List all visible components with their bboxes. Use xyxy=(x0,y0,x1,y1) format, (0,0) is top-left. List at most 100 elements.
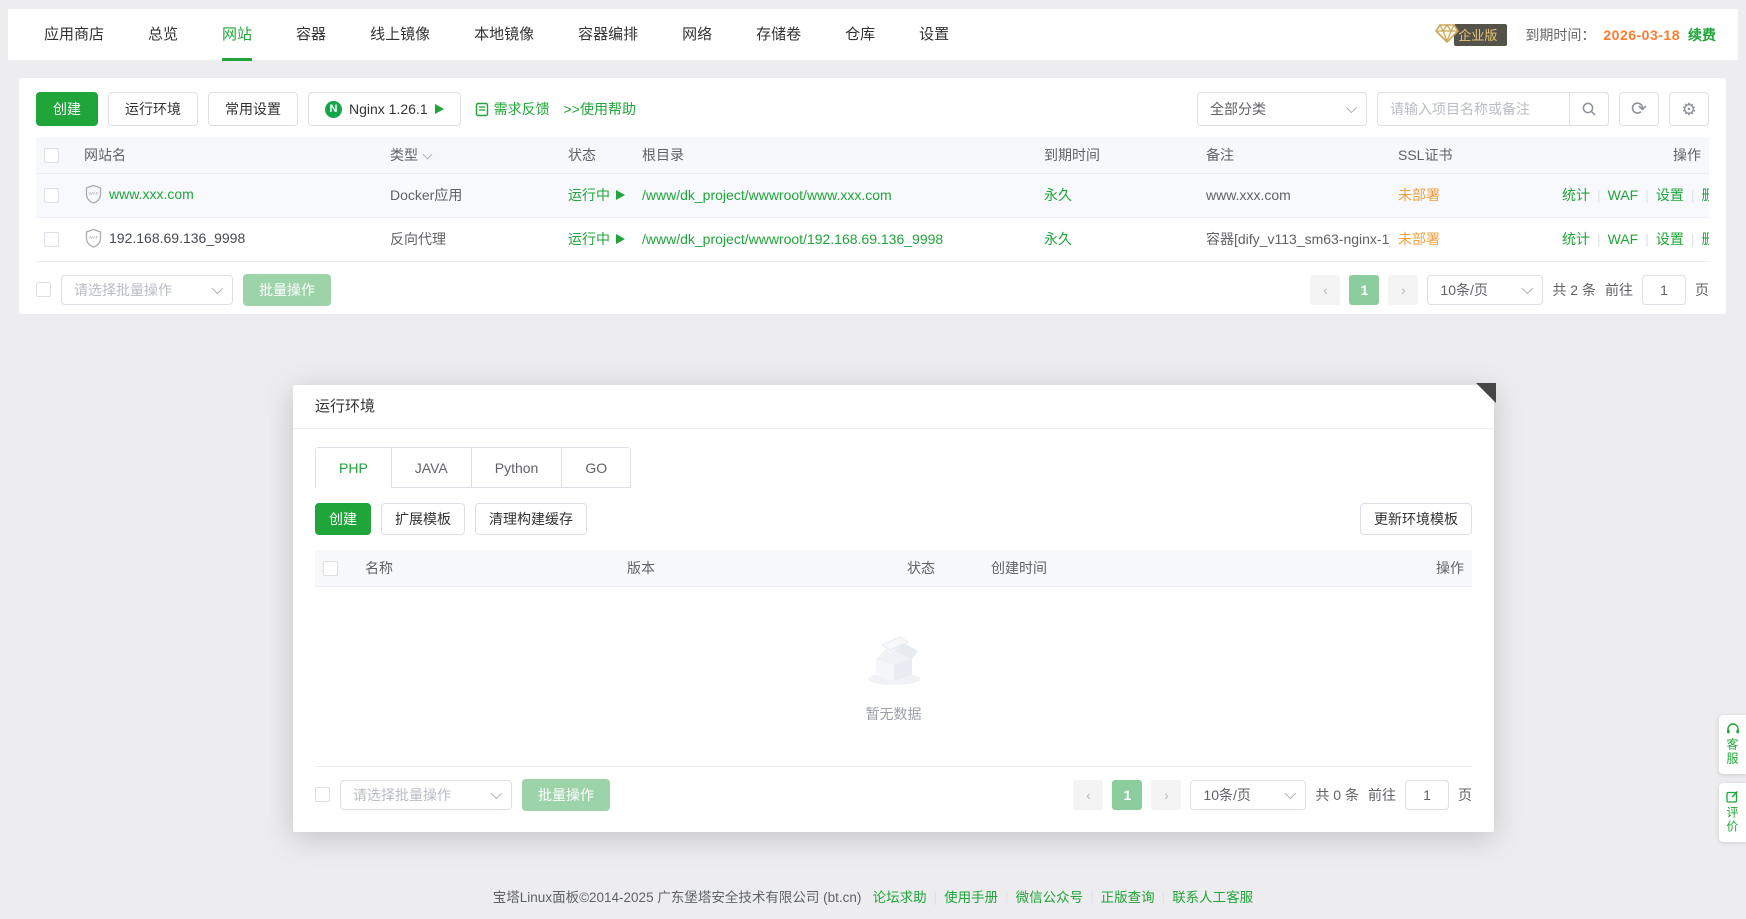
nginx-icon: N xyxy=(325,101,342,118)
prev-page-button[interactable]: ‹ xyxy=(1310,275,1340,305)
feedback-link[interactable]: 需求反馈 xyxy=(475,99,550,119)
env-page-unit: 页 xyxy=(1458,785,1472,805)
tab-JAVA[interactable]: JAVA xyxy=(392,448,472,488)
action-删除[interactable]: 删除 xyxy=(1702,187,1709,203)
action-统计[interactable]: 统计 xyxy=(1562,231,1590,247)
site-root-link[interactable]: /www/dk_project/wwwroot/192.168.69.136_9… xyxy=(642,231,943,247)
action-设置[interactable]: 设置 xyxy=(1656,187,1684,203)
nav-item-总览[interactable]: 总览 xyxy=(148,9,178,61)
sort-caret-icon[interactable] xyxy=(423,149,433,159)
svg-text:WAF: WAF xyxy=(88,235,98,240)
row-checkbox[interactable] xyxy=(44,188,59,203)
nav-item-网站[interactable]: 网站 xyxy=(222,9,252,61)
site-name-link[interactable]: WAFwww.xxx.com xyxy=(84,184,194,204)
env-total-count: 共 0 条 xyxy=(1315,785,1359,805)
current-page[interactable]: 1 xyxy=(1349,275,1379,305)
modal-batch-checkbox[interactable] xyxy=(315,787,330,802)
side-tab-评价[interactable]: 评价 xyxy=(1719,783,1746,842)
env-current-page[interactable]: 1 xyxy=(1112,780,1142,810)
row-checkbox[interactable] xyxy=(44,232,59,247)
tab-Python[interactable]: Python xyxy=(472,448,563,488)
env-header-status: 状态 xyxy=(899,550,983,586)
tab-GO[interactable]: GO xyxy=(562,448,631,488)
footer-link-5[interactable]: 联系人工客服 xyxy=(1172,890,1253,905)
update-env-template-button[interactable]: 更新环境模板 xyxy=(1360,503,1472,535)
action-WAF[interactable]: WAF xyxy=(1608,231,1639,247)
site-type: Docker应用 xyxy=(382,173,560,217)
select-all-checkbox[interactable] xyxy=(44,148,59,163)
side-tab-label: 客服 xyxy=(1724,738,1741,766)
extend-template-button[interactable]: 扩展模板 xyxy=(381,503,465,535)
action-删除[interactable]: 删除 xyxy=(1702,231,1709,247)
next-page-button[interactable]: › xyxy=(1388,275,1418,305)
footer-link-3[interactable]: 微信公众号 xyxy=(1016,890,1084,905)
footer-link-2[interactable]: 使用手册 xyxy=(944,890,998,905)
feedback-label: 需求反馈 xyxy=(494,99,550,119)
headset-icon xyxy=(1726,722,1740,735)
batch-apply-button[interactable]: 批量操作 xyxy=(243,274,331,306)
site-status[interactable]: 运行中 xyxy=(568,229,625,249)
play-icon xyxy=(616,190,625,200)
site-root-link[interactable]: /www/dk_project/wwwroot/www.xxx.com xyxy=(642,187,892,203)
goto-page-input[interactable] xyxy=(1642,275,1686,305)
env-goto-page-input[interactable] xyxy=(1405,780,1449,810)
waf-shield-icon: WAF xyxy=(84,184,103,204)
settings-button[interactable] xyxy=(1669,92,1709,126)
site-note: www.xxx.com xyxy=(1198,173,1390,217)
refresh-button[interactable] xyxy=(1619,92,1659,126)
search-input[interactable] xyxy=(1377,92,1569,126)
page-unit: 页 xyxy=(1695,280,1709,300)
site-name-link[interactable]: WAF 192.168.69.136_9998 xyxy=(84,228,245,248)
nav-item-容器[interactable]: 容器 xyxy=(296,9,326,61)
action-设置[interactable]: 设置 xyxy=(1656,231,1684,247)
nav-item-仓库[interactable]: 仓库 xyxy=(845,9,875,61)
nav-item-存储卷[interactable]: 存储卷 xyxy=(756,9,801,61)
runtime-env-button[interactable]: 运行环境 xyxy=(108,92,198,126)
per-page-select[interactable]: 10条/页 xyxy=(1427,275,1543,305)
action-separator: | xyxy=(1597,231,1601,247)
category-filter-value: 全部分类 xyxy=(1210,99,1266,119)
close-corner-button[interactable] xyxy=(1476,383,1496,403)
nav-item-本地镜像[interactable]: 本地镜像 xyxy=(474,9,534,61)
action-separator: | xyxy=(1597,187,1601,203)
side-tab-客服[interactable]: 客服 xyxy=(1719,715,1746,774)
site-pagination: ‹ 1 › 10条/页 共 2 条 前往 页 xyxy=(1310,275,1709,305)
nav-item-容器编排[interactable]: 容器编排 xyxy=(578,9,638,61)
help-link[interactable]: >>使用帮助 xyxy=(564,99,636,119)
nav-item-设置[interactable]: 设置 xyxy=(919,9,949,61)
nav-item-应用商店[interactable]: 应用商店 xyxy=(44,9,104,61)
env-next-page-button[interactable]: › xyxy=(1151,780,1181,810)
action-统计[interactable]: 统计 xyxy=(1562,187,1590,203)
create-site-button[interactable]: 创建 xyxy=(36,92,98,126)
action-WAF[interactable]: WAF xyxy=(1608,187,1639,203)
category-filter-select[interactable]: 全部分类 xyxy=(1197,92,1367,126)
tab-PHP[interactable]: PHP xyxy=(316,448,392,488)
row-actions: 统计|WAF|设置|删除 xyxy=(1554,217,1709,261)
site-status[interactable]: 运行中 xyxy=(568,185,625,205)
ssl-status: 未部署 xyxy=(1390,217,1554,261)
batch-select-all-checkbox[interactable] xyxy=(36,282,51,297)
env-per-page-value: 10条/页 xyxy=(1203,785,1250,805)
env-table: 名称 版本 状态 创建时间 操作 xyxy=(315,550,1472,767)
empty-box-icon xyxy=(856,629,932,687)
env-per-page-select[interactable]: 10条/页 xyxy=(1190,780,1306,810)
env-prev-page-button[interactable]: ‹ xyxy=(1073,780,1103,810)
modal-batch-apply-button[interactable]: 批量操作 xyxy=(522,779,610,811)
renew-link[interactable]: 续费 xyxy=(1688,25,1716,45)
batch-bar: 请选择批量操作 批量操作 ‹ 1 › 10条/页 共 2 条 前往 页 xyxy=(36,274,1709,306)
clear-build-cache-button[interactable]: 清理构建缓存 xyxy=(475,503,587,535)
nginx-version-button[interactable]: N Nginx 1.26.1 xyxy=(308,92,461,126)
nav-item-网络[interactable]: 网络 xyxy=(682,9,712,61)
batch-action-select[interactable]: 请选择批量操作 xyxy=(61,275,233,305)
nav-item-线上镜像[interactable]: 线上镜像 xyxy=(370,9,430,61)
chevron-down-icon xyxy=(212,282,223,293)
footer-link-1[interactable]: 论坛求助 xyxy=(873,890,927,905)
modal-batch-select[interactable]: 请选择批量操作 xyxy=(340,780,512,810)
common-settings-button[interactable]: 常用设置 xyxy=(208,92,298,126)
env-select-all-checkbox[interactable] xyxy=(323,561,338,576)
search-button[interactable] xyxy=(1569,92,1609,126)
create-env-button[interactable]: 创建 xyxy=(315,503,371,535)
footer-link-4[interactable]: 正版查询 xyxy=(1101,890,1155,905)
site-name-text: 192.168.69.136_9998 xyxy=(109,230,245,246)
ssl-status: 未部署 xyxy=(1390,173,1554,217)
